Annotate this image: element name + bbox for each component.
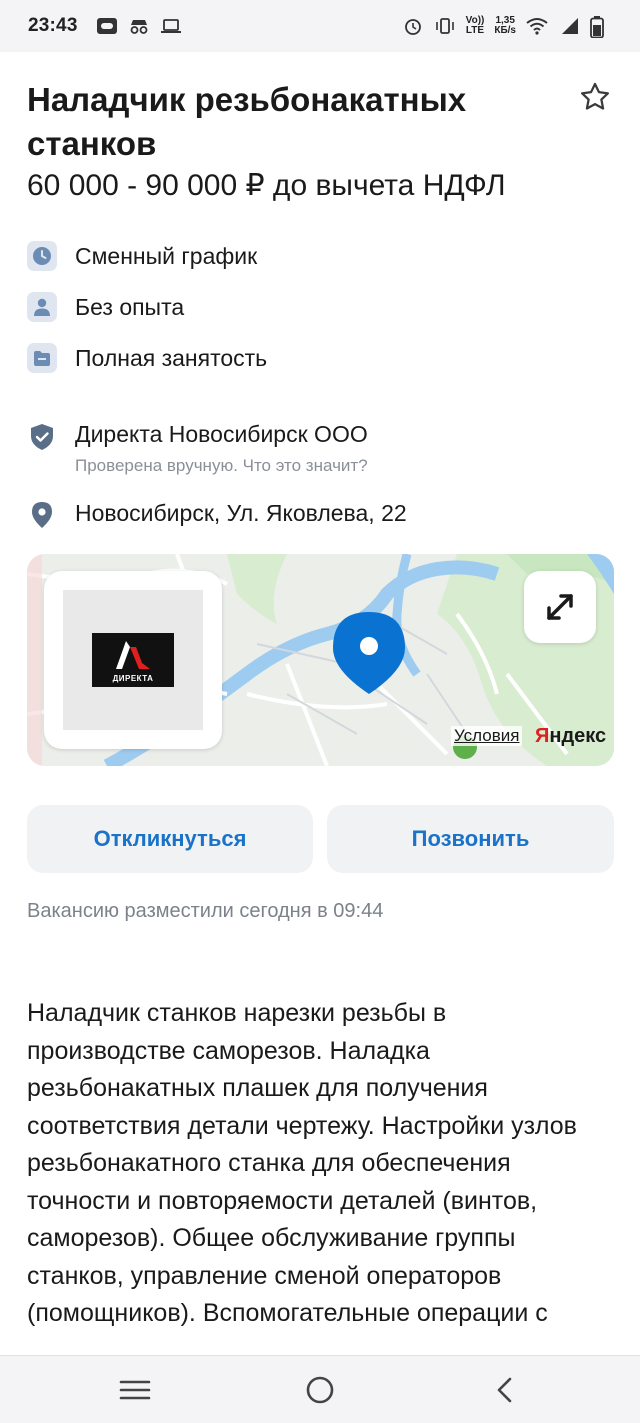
map-pin-icon <box>333 612 405 694</box>
recent-apps-button[interactable] <box>115 1370 155 1410</box>
status-system-icons: Vo)) LTE 1,35 КБ/s <box>402 15 612 39</box>
directa-logo: ДИРЕКТА <box>92 633 174 687</box>
call-button[interactable]: Позвонить <box>327 805 614 873</box>
wifi-icon <box>526 16 548 36</box>
map-preview[interactable]: ДИРЕКТА Условия Яндекс <box>27 554 614 766</box>
home-button[interactable] <box>300 1370 340 1410</box>
favorite-button[interactable] <box>576 78 614 116</box>
respond-button[interactable]: Откликнуться <box>27 805 313 873</box>
folder-icon <box>27 343 57 373</box>
status-notification-icons <box>96 16 182 36</box>
feature-schedule: Сменный график <box>27 241 257 271</box>
company-logo: ДИРЕКТА <box>44 571 222 749</box>
app-notification-icon <box>96 16 118 36</box>
volte-indicator: Vo)) LTE <box>465 15 485 36</box>
expand-map-button[interactable] <box>524 571 596 643</box>
feature-label: Полная занятость <box>75 344 268 371</box>
location-pin-icon <box>27 500 57 530</box>
feature-employment: Полная занятость <box>27 343 267 373</box>
verified-shield-icon <box>27 422 57 452</box>
company-name[interactable]: Директа Новосибирск ООО <box>75 418 368 450</box>
verified-info-link[interactable]: Проверена вручную. Что это значит? <box>75 456 368 476</box>
salary: 60 000 - 90 000 ₽ до вычета НДФЛ <box>27 169 506 202</box>
signal-icon <box>558 16 580 36</box>
person-icon <box>27 292 57 322</box>
status-time: 23:43 <box>28 15 78 36</box>
expand-icon <box>547 594 573 620</box>
vacancy-description: Наладчик станков нарезки резьбы в произв… <box>27 999 577 1327</box>
laptop-icon <box>160 16 182 36</box>
feature-label: Сменный график <box>75 242 258 269</box>
vacancy-title: Наладчик резьбонакатных станков <box>27 81 467 162</box>
address-text: Новосибирск, Ул. Яковлева, 22 <box>75 499 407 526</box>
star-icon <box>580 82 610 110</box>
back-button[interactable] <box>485 1370 525 1410</box>
posted-date: Вакансию разместили сегодня в 09:44 <box>27 900 384 922</box>
company-block[interactable]: Директа Новосибирск ООО Проверена вручну… <box>27 418 368 476</box>
incognito-icon <box>128 16 150 36</box>
address-row: Новосибирск, Ул. Яковлева, 22 <box>27 496 407 530</box>
vibrate-icon <box>434 16 456 36</box>
logo-text: ДИРЕКТА <box>112 674 154 683</box>
feature-label: Без опыта <box>75 293 185 320</box>
feature-experience: Без опыта <box>27 292 184 322</box>
clock-icon <box>27 241 57 271</box>
logo-mark <box>116 641 150 669</box>
map-terms-link[interactable]: Условия <box>451 726 523 746</box>
alarm-icon <box>402 16 424 36</box>
home-circle-icon <box>306 1376 334 1404</box>
yandex-logo: Яндекс <box>535 725 607 747</box>
network-speed: 1,35 КБ/s <box>494 15 516 36</box>
battery-icon <box>590 16 612 39</box>
menu-icon <box>119 1380 151 1400</box>
vacancy-content[interactable]: Наладчик резьбонакатных станков 60 000 -… <box>0 52 640 1355</box>
status-bar: 23:43 Vo)) LTE 1,35 КБ/s <box>0 0 640 52</box>
back-chevron-icon <box>497 1377 512 1403</box>
system-navigation-bar <box>0 1355 640 1423</box>
